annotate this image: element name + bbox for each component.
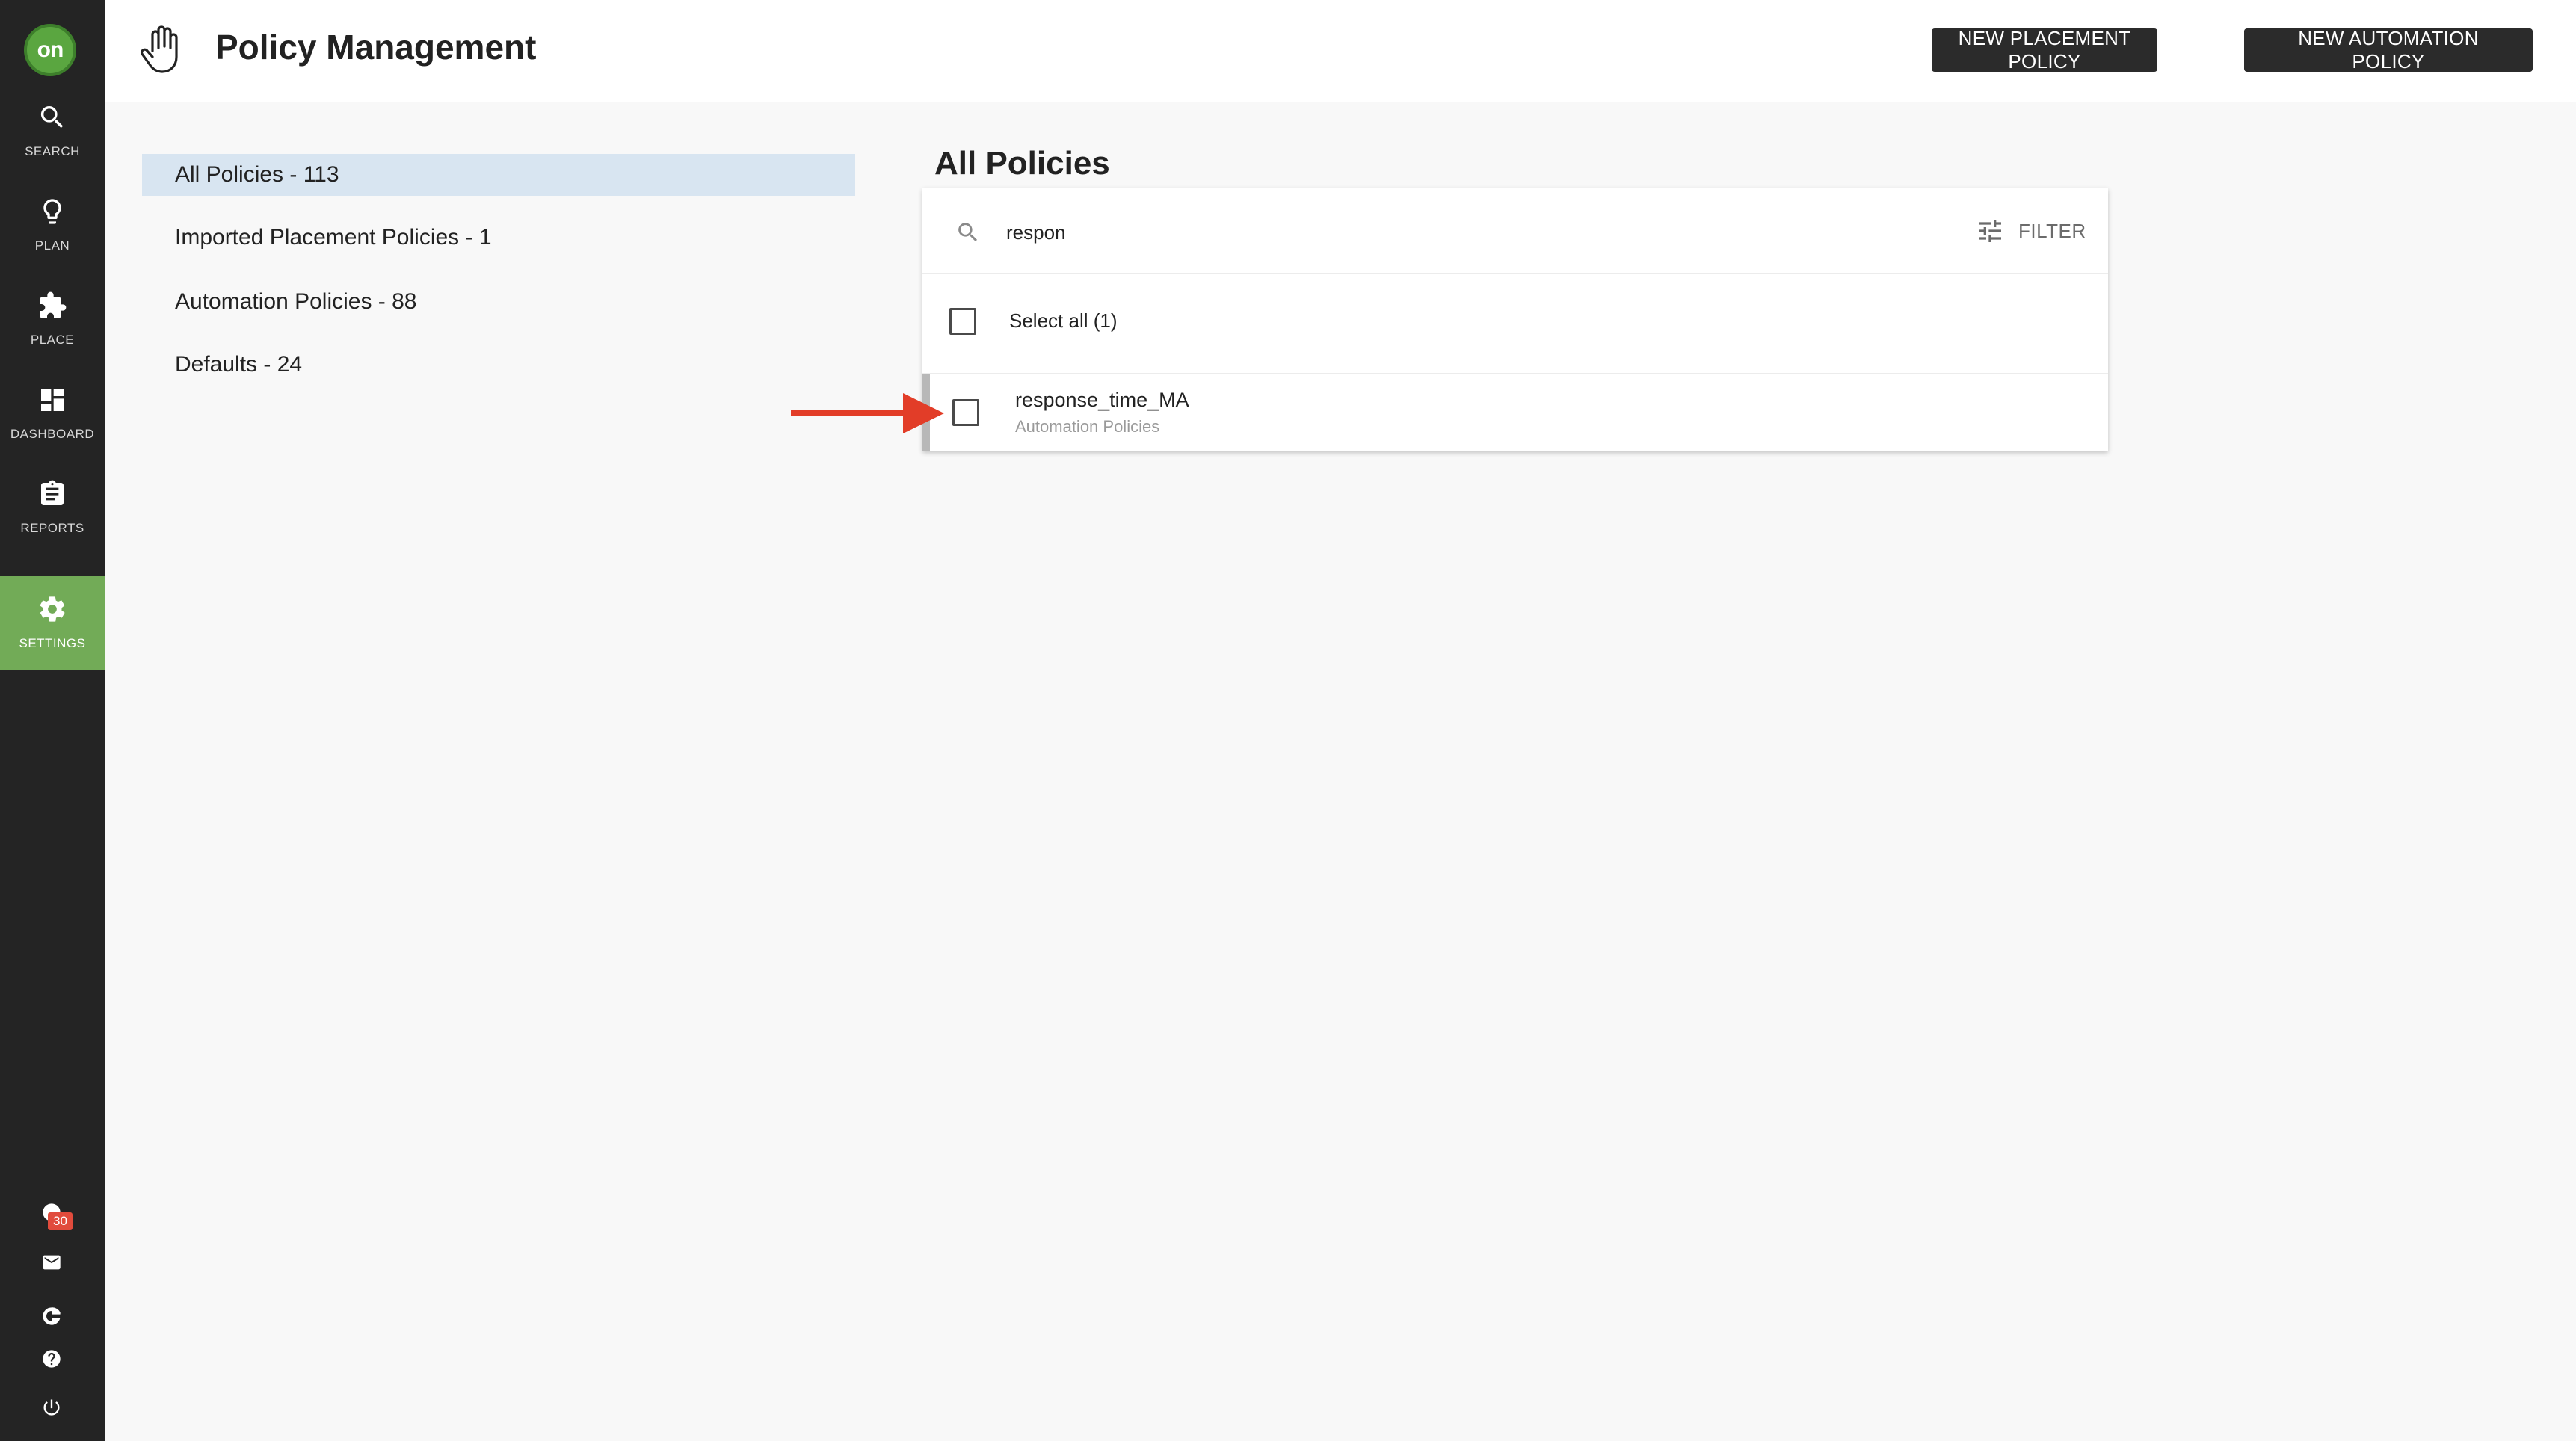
power-button[interactable] (40, 1396, 63, 1419)
filter-button[interactable]: FILTER (1975, 214, 2086, 248)
nav-plan-label: PLAN (34, 238, 70, 253)
gear-icon (40, 596, 65, 622)
page-title: Policy Management (215, 28, 537, 67)
top-header: Policy Management NEW PLACEMENT POLICY N… (105, 0, 2576, 102)
g-icon (43, 1307, 61, 1325)
clipboard-icon (41, 480, 64, 505)
nav-dashboard-label: DASHBOARD (10, 427, 95, 441)
select-all-label: Select all (1) (1009, 309, 1118, 332)
nav-plan[interactable]: PLAN (0, 178, 105, 272)
select-all-row: Select all (1) (922, 274, 2108, 374)
red-arrow-annotation (791, 393, 944, 433)
search-icon (40, 106, 64, 129)
category-defaults[interactable]: Defaults - 24 (142, 344, 855, 386)
nav-settings[interactable]: SETTINGS (0, 576, 105, 670)
mail-icon (43, 1255, 61, 1270)
mail-button[interactable] (40, 1251, 63, 1274)
nav-dashboard[interactable]: DASHBOARD (0, 366, 105, 460)
category-all-policies[interactable]: All Policies - 113 (142, 154, 855, 196)
search-input[interactable] (1006, 214, 1903, 251)
category-imported-placement-policies[interactable]: Imported Placement Policies - 1 (142, 217, 855, 259)
new-automation-policy-button[interactable]: NEW AUTOMATION POLICY (2244, 27, 2533, 72)
category-automation-policies[interactable]: Automation Policies - 88 (142, 281, 855, 323)
puzzle-icon (40, 291, 67, 318)
help-button[interactable] (40, 1348, 63, 1370)
dashboard-icon (41, 389, 64, 411)
item-category: Automation Policies (1015, 417, 1160, 436)
hand-icon (140, 25, 178, 73)
item-name: response_time_MA (1015, 389, 1189, 411)
notifications-count-badge: 30 (48, 1212, 73, 1230)
nav-place[interactable]: PLACE (0, 272, 105, 366)
nav-reports-label: REPORTS (20, 521, 84, 535)
search-icon (958, 223, 978, 242)
nav-settings-label: SETTINGS (19, 636, 86, 650)
tune-icon (1979, 220, 2001, 242)
nav-reports[interactable]: REPORTS (0, 460, 105, 555)
list-item[interactable]: response_time_MA Automation Policies (922, 374, 2108, 451)
select-all-checkbox[interactable] (949, 308, 976, 335)
section-title: All Policies (934, 145, 1110, 182)
app-logo[interactable]: on (24, 24, 76, 76)
search-bar: FILTER (922, 188, 2108, 274)
nav-search[interactable]: SEARCH (0, 84, 105, 178)
new-placement-policy-button[interactable]: NEW PLACEMENT POLICY (1932, 27, 2157, 72)
power-icon (43, 1399, 60, 1416)
nav-search-label: SEARCH (25, 144, 80, 158)
filter-label: FILTER (2018, 219, 2086, 242)
item-checkbox[interactable] (952, 399, 979, 426)
sidebar: on SEARCH PLAN PLACE DASHBOARD REPORTS S… (0, 0, 105, 1441)
lightbulb-icon (43, 199, 61, 224)
g-button[interactable] (40, 1305, 63, 1327)
policy-list-panel: FILTER Select all (1) response_time_MA A… (922, 188, 2108, 451)
help-icon (43, 1350, 61, 1368)
nav-place-label: PLACE (30, 333, 75, 347)
